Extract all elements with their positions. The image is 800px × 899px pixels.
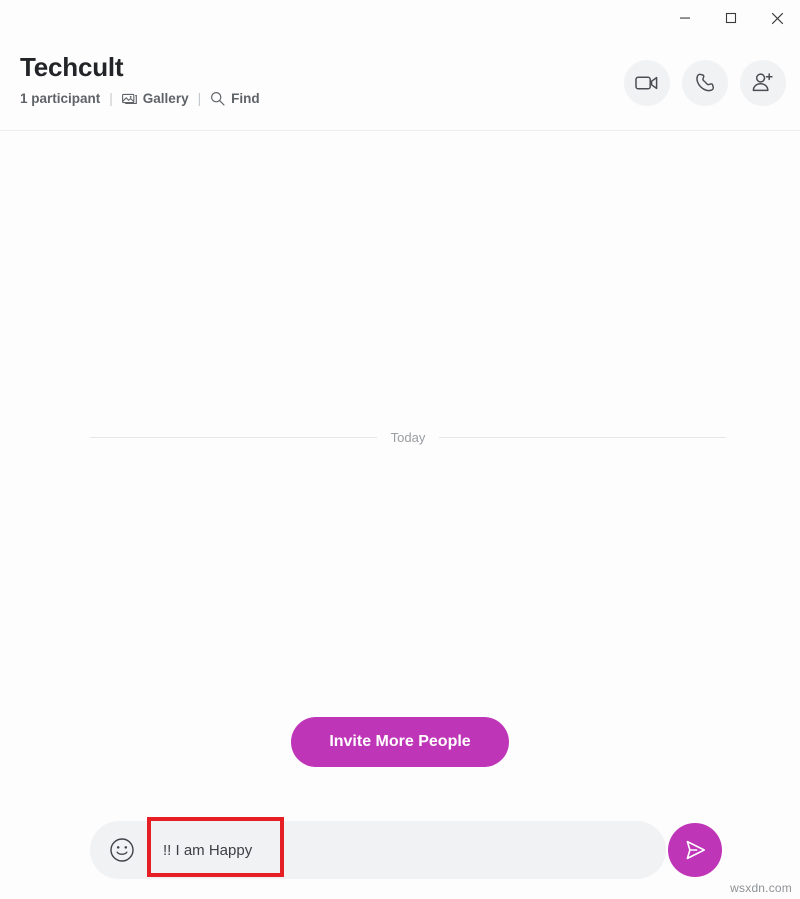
video-call-button[interactable] xyxy=(624,60,670,106)
message-input-container[interactable]: !! I am Happy xyxy=(90,821,666,879)
send-icon xyxy=(682,837,708,863)
divider-line-left xyxy=(90,437,377,438)
divider-line-right xyxy=(439,437,727,438)
image-icon xyxy=(121,92,137,105)
meta-separator-2: | xyxy=(197,91,202,106)
find-label: Find xyxy=(231,91,260,106)
phone-icon xyxy=(694,72,716,94)
day-divider-label: Today xyxy=(390,430,426,445)
send-button[interactable] xyxy=(668,823,722,877)
conversation-meta: 1 participant | Gallery | Find xyxy=(20,91,260,106)
minimize-icon xyxy=(679,12,691,24)
watermark: wsxdn.com xyxy=(730,881,792,895)
day-divider: Today xyxy=(90,430,727,445)
maximize-button[interactable] xyxy=(708,0,754,36)
smiley-icon[interactable] xyxy=(107,835,137,865)
find-link[interactable]: Find xyxy=(210,91,260,106)
message-input[interactable]: !! I am Happy xyxy=(163,842,252,859)
participant-count: 1 participant xyxy=(20,91,101,106)
gallery-label: Gallery xyxy=(142,91,189,106)
message-composer: !! I am Happy xyxy=(90,821,722,879)
maximize-icon xyxy=(725,12,737,24)
gallery-link[interactable]: Gallery xyxy=(121,91,189,106)
invite-more-people-button[interactable]: Invite More People xyxy=(291,717,509,767)
audio-call-button[interactable] xyxy=(682,60,728,106)
invite-action-area: Invite More People xyxy=(0,717,800,767)
meta-separator-1: | xyxy=(109,91,113,106)
chat-message-area: Today Invite More People !! I am Happy xyxy=(0,131,800,899)
page-title: Techcult xyxy=(20,52,124,82)
close-button[interactable] xyxy=(754,0,800,36)
add-people-button[interactable] xyxy=(740,60,786,106)
title-bar xyxy=(0,0,800,36)
conversation-header: Techcult 1 participant | Gallery | Find xyxy=(0,36,800,131)
video-camera-icon xyxy=(635,74,659,92)
close-icon xyxy=(771,12,784,25)
add-person-icon xyxy=(751,72,775,94)
search-icon xyxy=(210,91,225,106)
header-actions xyxy=(624,60,786,106)
minimize-button[interactable] xyxy=(662,0,708,36)
